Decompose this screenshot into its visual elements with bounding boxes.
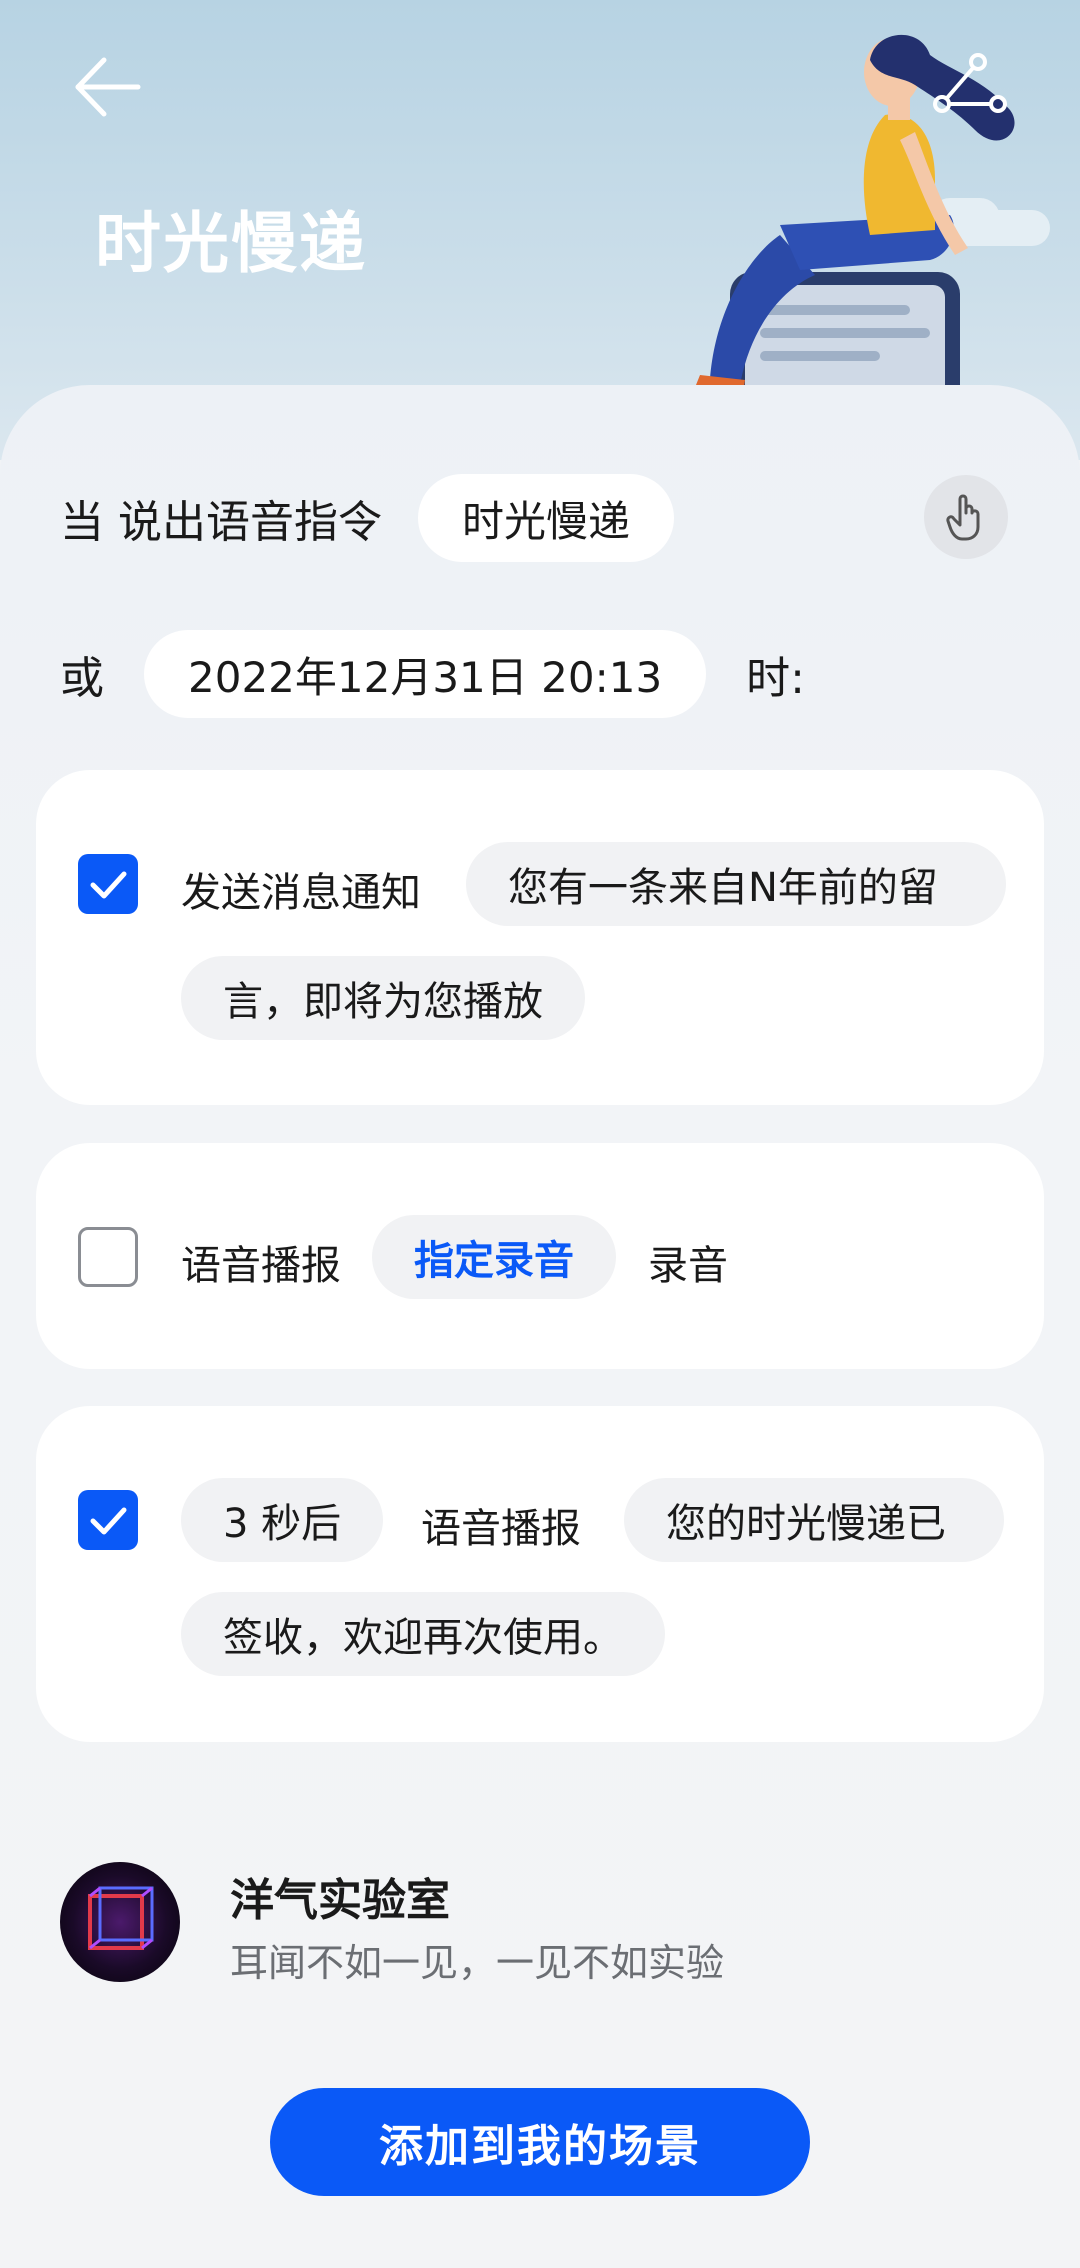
cube-logo-icon	[88, 1886, 154, 1950]
notification-message-chip-line1[interactable]: 您有一条来自N年前的留	[466, 842, 1006, 926]
voice-broadcast-label: 语音播报	[421, 1506, 581, 1552]
voice-trigger-row: 当 说出语音指令 时光慢递	[60, 474, 675, 562]
notification-label: 发送消息通知	[181, 870, 421, 916]
action-card-notification: 发送消息通知 您有一条来自N年前的留 言，即将为您播放	[36, 770, 1044, 1105]
delay-chip[interactable]: 3 秒后	[181, 1478, 384, 1562]
author-info[interactable]: 洋气实验室 耳闻不如一见，一见不如实验	[60, 1862, 1060, 1992]
delayed-voice-checkbox[interactable]	[78, 1490, 138, 1550]
when-label: 当 说出语音指令	[60, 497, 382, 548]
or-label: 或	[60, 653, 104, 704]
broadcast-message-chip-line1[interactable]: 您的时光慢递已	[624, 1478, 1004, 1562]
voice-recording-checkbox[interactable]	[78, 1227, 138, 1287]
recording-suffix: 录音	[648, 1243, 728, 1289]
specified-recording-chip[interactable]: 指定录音	[372, 1215, 616, 1299]
notification-checkbox[interactable]	[78, 854, 138, 914]
at-label: 时:	[746, 653, 805, 704]
author-name: 洋气实验室	[230, 1875, 450, 1926]
arrow-left-icon	[75, 57, 141, 117]
hand-touch-icon	[946, 494, 980, 541]
share-icon	[933, 53, 1007, 113]
time-trigger-row: 或 2022年12月31日 20:13 时:	[60, 630, 805, 718]
voice-command-chip[interactable]: 时光慢递	[418, 474, 675, 562]
action-card-voice-recording: 语音播报 指定录音 录音	[36, 1143, 1044, 1369]
author-description: 耳闻不如一见，一见不如实验	[230, 1941, 725, 1985]
checkmark-icon	[90, 1507, 127, 1535]
broadcast-message-chip-line2[interactable]: 签收，欢迎再次使用。	[181, 1592, 665, 1676]
page-title: 时光慢递	[95, 205, 367, 282]
avatar	[60, 1862, 180, 1982]
notification-message-chip-line2[interactable]: 言，即将为您播放	[181, 956, 585, 1040]
action-card-delayed-voice: 3 秒后 语音播报 您的时光慢递已 签收，欢迎再次使用。	[36, 1406, 1044, 1742]
checkmark-icon	[90, 871, 127, 899]
share-button[interactable]	[930, 52, 1010, 122]
back-button[interactable]	[70, 52, 150, 122]
add-to-my-scenes-button[interactable]: 添加到我的场景	[270, 2088, 810, 2196]
voice-label: 语音播报	[181, 1243, 341, 1289]
datetime-chip[interactable]: 2022年12月31日 20:13	[144, 630, 707, 718]
gesture-button[interactable]	[924, 475, 1008, 559]
